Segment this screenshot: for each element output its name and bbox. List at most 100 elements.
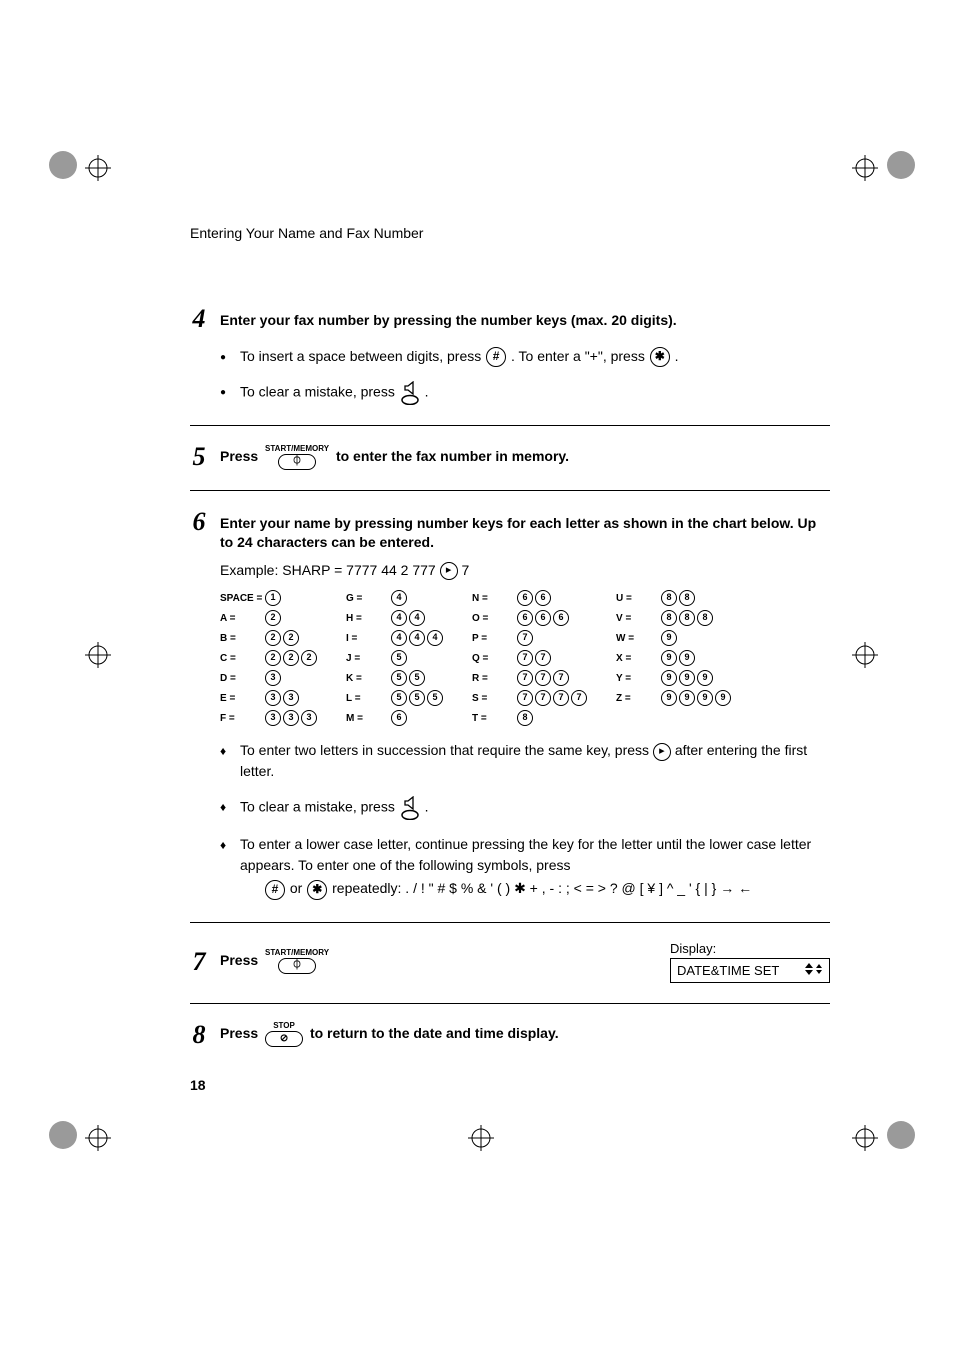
digit-key-icon: 4: [391, 590, 407, 606]
page-content: Entering Your Name and Fax Number 4 Ente…: [190, 225, 830, 1068]
chart-entry-label: W =: [616, 633, 660, 644]
digit-key-icon: 3: [301, 710, 317, 726]
chart-entry: V =888: [616, 610, 732, 626]
digit-key-icon: 3: [283, 710, 299, 726]
text: repeatedly: . / ! " # $ % & ' ( ) ✱ + , …: [332, 880, 752, 896]
digit-key-icon: 4: [427, 630, 443, 646]
chart-entry-label: Y =: [616, 673, 660, 684]
stop-key-icon: STOP ⊘: [265, 1022, 303, 1047]
digit-key-icon: 8: [679, 610, 695, 626]
digit-key-icon: 2: [265, 630, 281, 646]
star-key-icon: ✱: [307, 880, 327, 900]
hash-key-icon: #: [265, 880, 285, 900]
chart-entry: I =444: [346, 630, 444, 646]
digit-key-icon: 9: [661, 670, 677, 686]
digit-key-icon: 7: [535, 670, 551, 686]
text: .: [425, 799, 429, 815]
digit-key-icon: 9: [697, 670, 713, 686]
bullet-item: To clear a mistake, press .: [220, 381, 830, 405]
digit-key-icon: 2: [301, 650, 317, 666]
step-number: 4: [190, 306, 208, 332]
display-readout: Display: DATE&TIME SET: [670, 941, 830, 983]
digit-key-icon: 3: [265, 670, 281, 686]
chart-entry: S =7777: [472, 690, 588, 706]
speaker-key-icon: [401, 381, 419, 405]
digit-key-icon: 3: [265, 690, 281, 706]
bullet-icon: [220, 346, 232, 367]
digit-key-icon: 2: [265, 650, 281, 666]
chart-entry-label: A =: [220, 613, 264, 624]
digit-key-icon: 4: [391, 630, 407, 646]
chart-entry-label: B =: [220, 633, 264, 644]
chart-entry-label: I =: [346, 633, 390, 644]
chart-entry: SPACE =1: [220, 590, 318, 606]
chart-entry: T =8: [472, 710, 588, 726]
digit-key-icon: 5: [409, 690, 425, 706]
digit-key-icon: 6: [535, 610, 551, 626]
digit-key-icon: 1: [265, 590, 281, 606]
chart-entry-label: SPACE =: [220, 593, 264, 604]
chart-entry: M =6: [346, 710, 444, 726]
crosshair-icon: [852, 1125, 878, 1151]
chart-entry: U =88: [616, 590, 732, 606]
step-5: 5 Press START/MEMORY ⏀ to enter the fax …: [190, 444, 830, 470]
example-text: Example: SHARP = 7777 44 2 777 ▸ 7: [220, 562, 830, 580]
chart-entry: N =66: [472, 590, 588, 606]
step-title: Enter your name by pressing number keys …: [220, 514, 830, 552]
divider: [190, 922, 830, 923]
chart-entry: C =222: [220, 650, 318, 666]
chart-entry-label: O =: [472, 613, 516, 624]
chart-entry-label: U =: [616, 593, 660, 604]
crosshair-icon: [85, 642, 111, 668]
step-number: 6: [190, 509, 208, 535]
chart-entry-label: E =: [220, 693, 264, 704]
text: To insert a space between digits, press: [240, 348, 485, 364]
digit-key-icon: 5: [427, 690, 443, 706]
start-memory-key-icon: START/MEMORY ⏀: [265, 949, 329, 974]
page-number: 18: [190, 1077, 206, 1093]
reg-mark: [48, 1120, 78, 1150]
divider: [190, 1003, 830, 1004]
chart-entry-label: K =: [346, 673, 390, 684]
digit-key-icon: 6: [535, 590, 551, 606]
step-title: Enter your fax number by pressing the nu…: [220, 311, 677, 330]
digit-key-icon: 8: [697, 610, 713, 626]
chart-entry-label: C =: [220, 653, 264, 664]
diamond-icon: [220, 834, 232, 855]
digit-key-icon: 5: [391, 670, 407, 686]
chart-entry: H =44: [346, 610, 444, 626]
crosshair-icon: [468, 1125, 494, 1151]
text: to enter the fax number in memory.: [336, 448, 569, 464]
crosshair-icon: [852, 642, 878, 668]
step-6: 6 Enter your name by pressing number key…: [190, 509, 830, 901]
digit-key-icon: 2: [283, 630, 299, 646]
digit-key-icon: 8: [517, 710, 533, 726]
digit-key-icon: 4: [391, 610, 407, 626]
chart-entry: P =7: [472, 630, 588, 646]
chart-entry: Q =77: [472, 650, 588, 666]
hash-key-icon: #: [486, 347, 506, 367]
digit-key-icon: 7: [553, 670, 569, 686]
digit-key-icon: 9: [679, 650, 695, 666]
crosshair-icon: [85, 155, 111, 181]
chart-entry: J =5: [346, 650, 444, 666]
text: .: [675, 348, 679, 364]
text: To clear a mistake, press: [240, 799, 399, 815]
text: To enter two letters in succession that …: [240, 742, 653, 758]
chart-entry-label: M =: [346, 713, 390, 724]
step-4: 4 Enter your fax number by pressing the …: [190, 306, 830, 405]
digit-key-icon: 6: [553, 610, 569, 626]
display-label: Display:: [670, 941, 830, 956]
chart-entry: D =3: [220, 670, 318, 686]
chart-entry: K =55: [346, 670, 444, 686]
chart-entry-label: N =: [472, 593, 516, 604]
digit-key-icon: 9: [679, 670, 695, 686]
reg-mark: [886, 1120, 916, 1150]
note-item: To enter a lower case letter, continue p…: [220, 834, 830, 901]
digit-key-icon: 9: [661, 690, 677, 706]
text: Press: [220, 952, 258, 968]
divider: [190, 425, 830, 426]
chart-entry: E =33: [220, 690, 318, 706]
text: . To enter a "+", press: [511, 348, 649, 364]
digit-key-icon: 6: [517, 610, 533, 626]
